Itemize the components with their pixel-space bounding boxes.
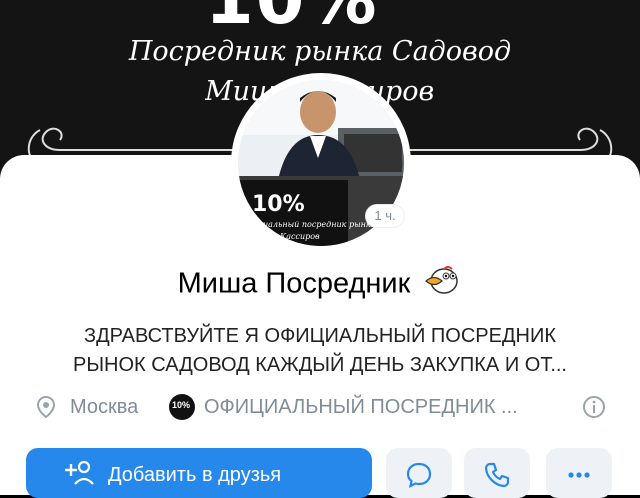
status-line-2: РЫНОК САДОВОД КАЖДЫЙ ДЕНЬ ЗАКУПКА И ОТ..…: [73, 354, 567, 376]
add-friend-button[interactable]: Добавить в друзья: [26, 448, 372, 498]
profile-name: Миша Посредник: [177, 267, 411, 300]
more-icon: [568, 472, 590, 478]
group-avatar[interactable]: 10%: [169, 394, 195, 420]
more-button[interactable]: [546, 448, 612, 498]
call-icon: [484, 462, 510, 488]
avatar-poster-big: 10%: [252, 192, 305, 217]
group-avatar-text: 10%: [172, 400, 191, 410]
status-line-1: ЗДРАВСТВУЙТЕ Я ОФИЦИАЛЬНЫЙ ПОСРЕДНИК: [84, 325, 556, 347]
cover-big-text: 10%: [205, 0, 379, 40]
last-seen-badge: 1 ч.: [366, 205, 404, 227]
message-button[interactable]: [386, 448, 452, 498]
profile-name-row: Миша Посредник: [0, 266, 640, 304]
cover-subtitle: Посредник рынка Садовод: [128, 36, 512, 67]
message-icon: [406, 462, 432, 488]
city-label: Москва: [70, 396, 139, 418]
call-button[interactable]: [464, 448, 530, 498]
profile-status[interactable]: ЗДРАВСТВУЙТЕ Я ОФИЦИАЛЬНЫЙ ПОСРЕДНИК РЫН…: [30, 322, 610, 380]
add-friend-label: Добавить в друзья: [108, 464, 282, 486]
avatar-poster-line2: иша Кассиров: [260, 232, 320, 241]
info-icon[interactable]: [582, 395, 606, 425]
duck-emoji-icon: [424, 266, 462, 304]
profile-info-row: Москва 10% ОФИЦИАЛЬНЫЙ ПОСРЕДНИК ...: [36, 394, 606, 420]
location-icon: [36, 395, 56, 425]
group-link[interactable]: ОФИЦИАЛЬНЫЙ ПОСРЕДНИК ...: [204, 396, 518, 419]
add-user-icon: [62, 460, 94, 492]
